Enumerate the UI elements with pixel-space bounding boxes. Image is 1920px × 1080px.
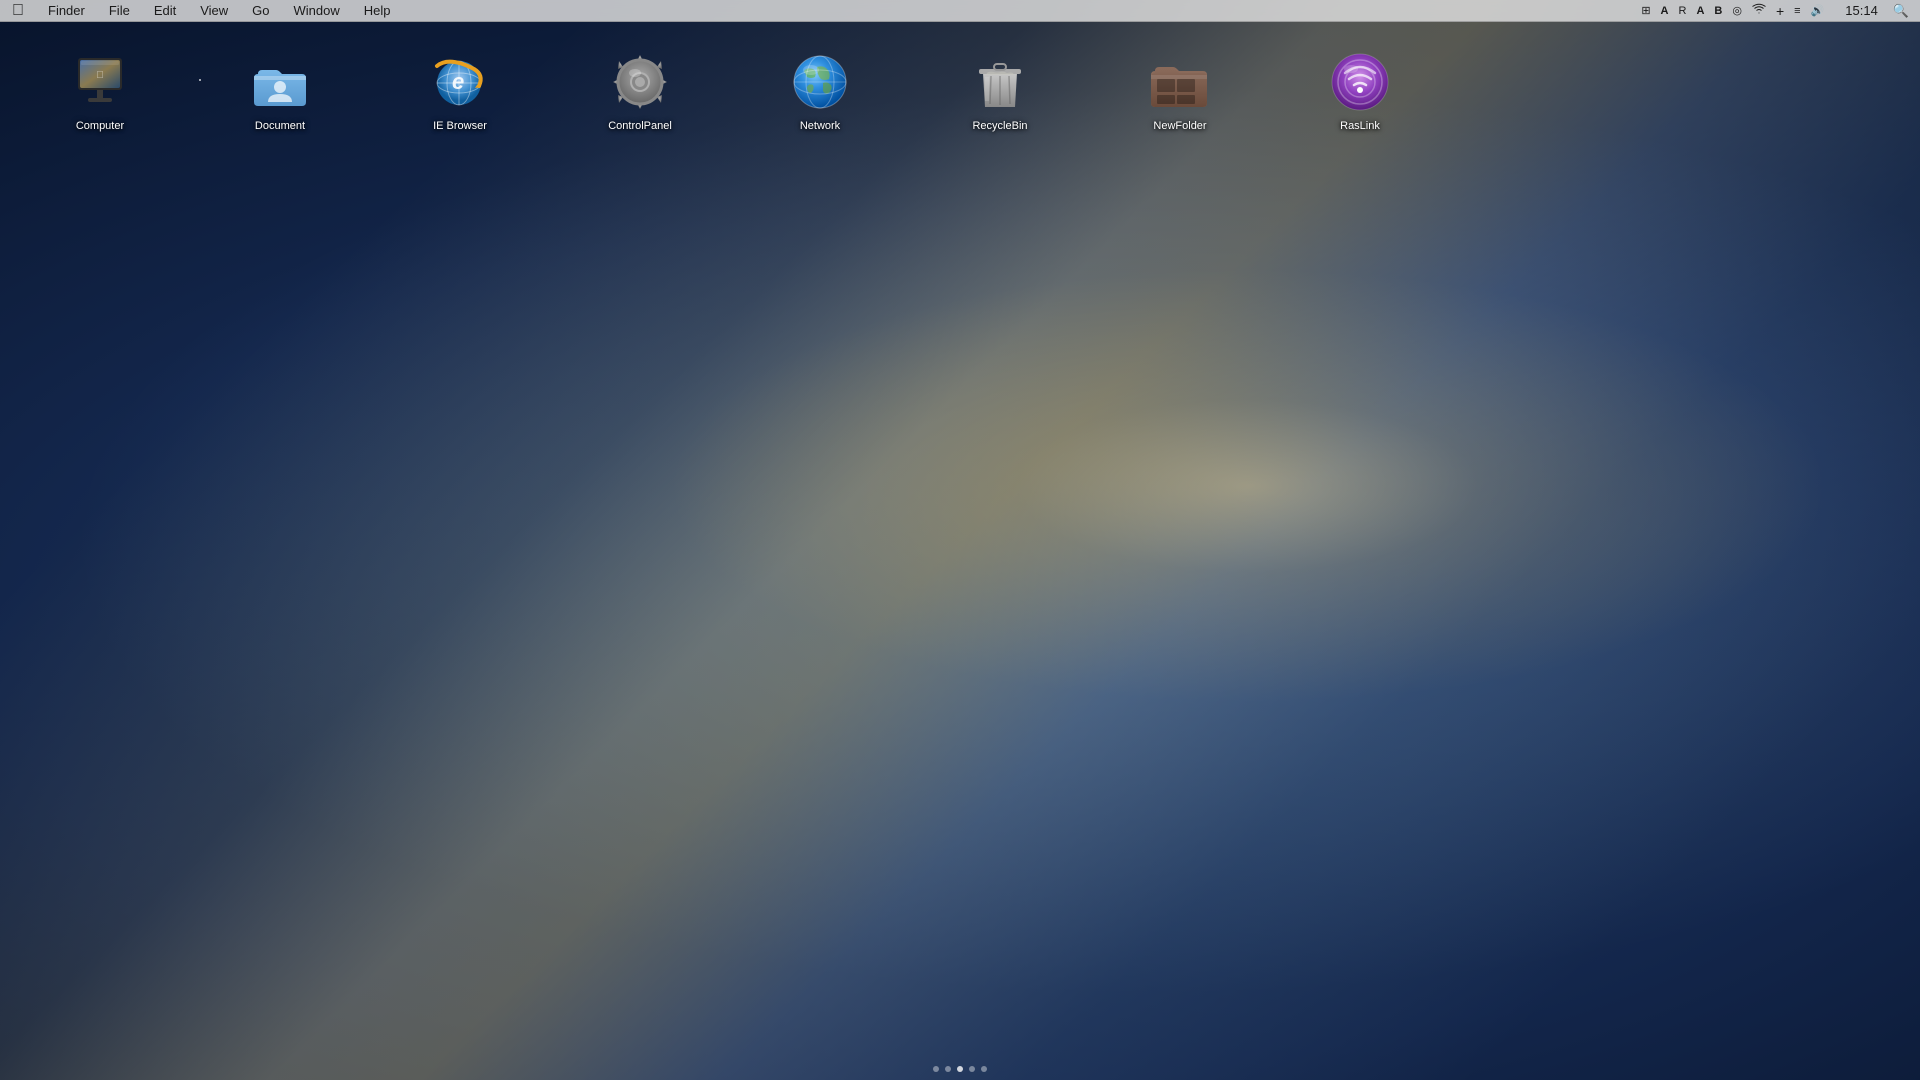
network-icon-label: Network [796,118,844,134]
menubar:  Finder File Edit View Go Window Help ⊞… [0,0,1920,22]
desktop-icon-raslink[interactable]: RasLink [1320,50,1400,134]
desktop-icon-new-folder[interactable]: NewFolder [1140,50,1220,134]
tray-icon-volume[interactable]: 🔊 [1808,4,1828,17]
controlpanel-icon-label: ControlPanel [604,118,676,134]
apple-menu[interactable]:  [8,2,28,20]
svg-text:e: e [452,69,464,94]
recycle-icon-image [968,50,1032,114]
tray-icons: ⊞ A R A B ◎ + ≡ 🔊 [1638,2,1827,19]
menubar-help[interactable]: Help [360,3,395,18]
tray-icon-plus[interactable]: + [1773,3,1787,19]
dock-dot-4 [969,1066,975,1072]
menubar-edit[interactable]: Edit [150,3,180,18]
computer-icon-image:  [68,50,132,114]
dock-dot-3 [957,1066,963,1072]
dock-dot-2 [945,1066,951,1072]
tray-icon-wifi[interactable] [1749,2,1769,19]
menubar-view[interactable]: View [196,3,232,18]
tray-icon-r[interactable]: R [1675,5,1689,17]
ie-icon-label: IE Browser [429,118,491,134]
tray-icon-list[interactable]: ≡ [1791,5,1803,17]
recycle-icon-label: RecycleBin [968,118,1031,134]
computer-icon-label: Computer [72,118,128,134]
dock-indicator [933,1066,987,1072]
tray-icon-a1[interactable]: A [1658,5,1672,17]
document-icon-label: Document [251,118,309,134]
tray-icon-grid[interactable]: ⊞ [1638,4,1653,17]
menubar-right: ⊞ A R A B ◎ + ≡ 🔊 15:14 🔍 [1638,2,1912,19]
menubar-window[interactable]: Window [290,3,344,18]
raslink-icon-image [1328,50,1392,114]
menubar-file[interactable]: File [105,3,134,18]
tray-icon-a2[interactable]: A [1693,5,1707,17]
document-icon-image [248,50,312,114]
menubar-left:  Finder File Edit View Go Window Help [8,2,395,20]
menubar-clock: 15:14 [1841,3,1882,18]
desktop-icon-ie-browser[interactable]: e IE Browser [420,50,500,134]
desktop-icon-controlpanel[interactable]: ControlPanel [600,50,680,134]
desktop-icon-network[interactable]: Network [780,50,860,134]
desktop-icon-document[interactable]: Document [240,50,320,134]
raslink-icon-label: RasLink [1336,118,1384,134]
newfolder-icon-image [1148,50,1212,114]
ie-icon-image: e [428,50,492,114]
network-icon-image [788,50,852,114]
menubar-finder[interactable]: Finder [44,3,89,18]
desktop-icon-recycle-bin[interactable]: RecycleBin [960,50,1040,134]
tray-icon-circle[interactable]: ◎ [1729,4,1745,17]
menubar-go[interactable]: Go [248,3,273,18]
dock-dot-5 [981,1066,987,1072]
dock-dot-1 [933,1066,939,1072]
tray-icon-search[interactable]: 🔍 [1890,3,1912,19]
svg-text::  [96,70,104,81]
desktop-icon-computer[interactable]:  Computer [60,50,140,134]
newfolder-icon-label: NewFolder [1149,118,1210,134]
tray-icon-b[interactable]: B [1711,5,1725,17]
desktop-background [0,0,1920,1080]
desktop-icons:  Computer [0,30,1920,154]
controlpanel-icon-image [608,50,672,114]
